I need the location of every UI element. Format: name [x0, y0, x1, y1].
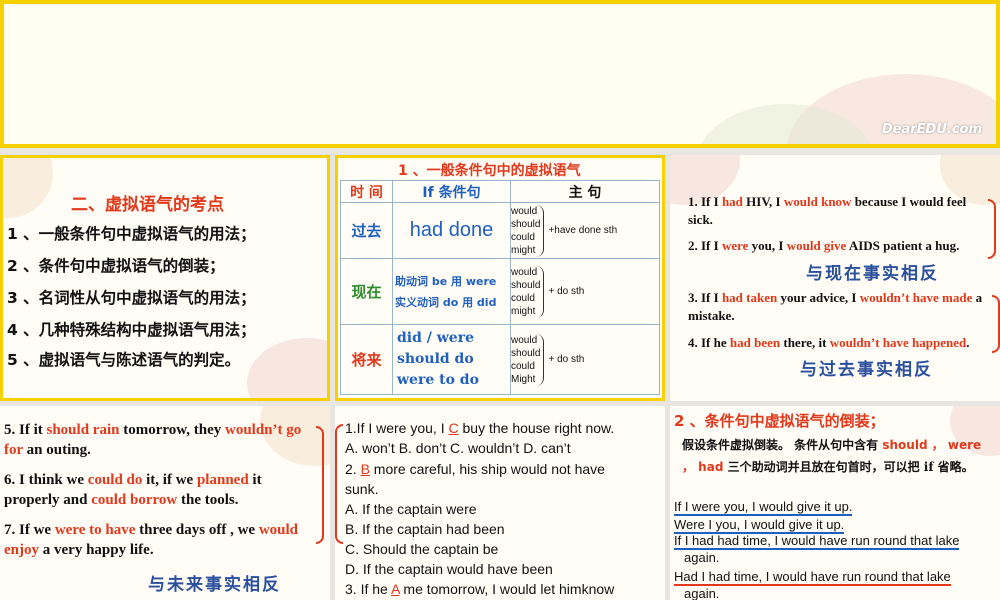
modal: should: [511, 218, 541, 230]
modal: should: [511, 347, 541, 359]
row-label-future: 将来: [340, 324, 393, 395]
if-clause-past: had done: [392, 202, 511, 259]
decorative-flower: [3, 158, 53, 218]
rule-description: 假设条件虚拟倒装。 条件从句中含有 should ， were ， had 三个…: [682, 438, 982, 474]
main-tail: +have done sth: [548, 225, 618, 236]
example-sentence: 1. If I had HIV, I would know because I …: [688, 194, 967, 227]
slide-inversion[interactable]: 2 、条件句中虚拟语气的倒装； 假设条件虚拟倒装。 条件从句中含有 should…: [670, 406, 1000, 600]
option: D. If the captain would have been: [345, 561, 553, 577]
list-item: 2 、条件句中虚拟语气的倒装；: [7, 257, 225, 275]
header-time: 时 间: [340, 180, 393, 203]
question-2-continued: sunk.: [345, 481, 379, 497]
modal: might: [511, 244, 536, 256]
slide-title: 2 、条件句中虚拟语气的倒装；: [674, 412, 885, 430]
watermark: DearEDU.com: [881, 122, 982, 137]
question-2: 2. B more careful, his ship would not ha…: [345, 461, 605, 477]
if-clause-future: did / were should do were to do: [392, 324, 511, 395]
brace-decoration: [988, 199, 996, 259]
main-tail: + do sth: [548, 286, 585, 297]
slide-conditional-table[interactable]: 1 、一般条件句中的虚拟语气 时 间 If 条件句 主 句 过去 had don…: [335, 155, 665, 401]
example-continued: again.: [684, 550, 720, 565]
example-sentence: 5. If it should rain tomorrow, they woul…: [4, 422, 302, 458]
example-if: If I had had time, I would have run roun…: [674, 533, 960, 550]
list-item: 3 、名词性从句中虚拟语气的用法；: [7, 289, 256, 307]
brace-decoration: [335, 424, 343, 544]
example-continued: again.: [684, 586, 720, 600]
header-if: If 条件句: [392, 180, 511, 203]
main-clause-future: would should could Might + do sth: [510, 324, 660, 395]
if-line: 实义动词 do 用 did: [395, 295, 497, 309]
option: B. If the captain had been: [345, 521, 505, 537]
example-sentence: 4. If he had been there, it wouldn’t hav…: [688, 335, 970, 350]
question-1: 1.If I were you, I C buy the house right…: [345, 420, 615, 436]
brace-decoration: [316, 426, 324, 544]
slide-examples-future[interactable]: 5. If it should rain tomorrow, they woul…: [0, 406, 330, 600]
answer: C: [448, 420, 459, 436]
note-future: 与未来事实相反: [148, 575, 281, 595]
header-main: 主 句: [510, 180, 660, 203]
row-label-present: 现在: [340, 258, 393, 325]
question-1-options: A. won’t B. don’t C. wouldn’t D. can’t: [345, 440, 571, 456]
slide-title: 二、虚拟语气的考点: [71, 195, 224, 215]
slide-title: 1 、一般条件句中的虚拟语气: [398, 163, 581, 179]
list-item: 1 、一般条件句中虚拟语气的用法；: [7, 225, 256, 243]
example-inverted: Had I had time, I would have run round t…: [674, 569, 951, 586]
note-present: 与现在事实相反: [806, 264, 939, 284]
answer: B: [360, 461, 370, 477]
row-label-past: 过去: [340, 202, 393, 259]
decorative-flower: [247, 338, 327, 398]
example-sentence: 2. If I were you, I would give AIDS pati…: [688, 238, 960, 253]
slide-exercises[interactable]: 1.If I were you, I C buy the house right…: [335, 406, 665, 600]
main-clause-present: would should could might + do sth: [510, 258, 660, 325]
answer: A: [390, 581, 400, 597]
modal: should: [511, 279, 541, 291]
if-line: 助动词 be 用 were: [395, 274, 497, 288]
modal: Might: [511, 373, 536, 385]
slide-exam-points[interactable]: 二、虚拟语气的考点 1 、一般条件句中虚拟语气的用法； 2 、条件句中虚拟语气的…: [0, 155, 330, 401]
main-clause-past: would should could might +have done sth: [510, 202, 660, 259]
if-line: did / were: [397, 330, 474, 346]
option: C. Should the captain be: [345, 541, 499, 557]
modal: would: [511, 266, 538, 278]
example-inverted: Were I you, I would give it up.: [674, 517, 845, 534]
top-slide[interactable]: DearEDU.com: [0, 0, 1000, 148]
list-item: 5 、虚拟语气与陈述语气的判定。: [7, 351, 241, 369]
conditional-table: 时 间 If 条件句 主 句 过去 had done would should …: [340, 180, 660, 395]
option: A. If the captain were: [345, 501, 477, 517]
modal: would: [511, 205, 538, 217]
modal: might: [511, 305, 536, 317]
slide-examples-present-past[interactable]: 1. If I had HIV, I would know because I …: [670, 155, 1000, 401]
question-3: 3. If he A me tomorrow, I would let himk…: [345, 581, 615, 597]
if-clause-present: 助动词 be 用 were 实义动词 do 用 did: [392, 258, 511, 325]
main-tail: + do sth: [548, 354, 585, 365]
modal: would: [511, 334, 538, 346]
note-past: 与过去事实相反: [800, 360, 933, 380]
example-sentence: 6. I think we could do it, if we planned…: [4, 472, 262, 508]
modal: could: [511, 292, 535, 304]
example-sentence: 3. If I had taken your advice, I wouldn’…: [688, 290, 983, 323]
brace-decoration: [992, 295, 1000, 353]
if-line: were to do: [397, 372, 479, 388]
example-sentence: 7. If we were to have three days off , w…: [4, 522, 298, 558]
example-if: If I were you, I would give it up.: [674, 499, 853, 516]
modal: could: [511, 231, 535, 243]
list-item: 4 、几种特殊结构中虚拟语气用法；: [7, 321, 256, 339]
modal: could: [511, 360, 535, 372]
if-line: should do: [397, 351, 474, 367]
